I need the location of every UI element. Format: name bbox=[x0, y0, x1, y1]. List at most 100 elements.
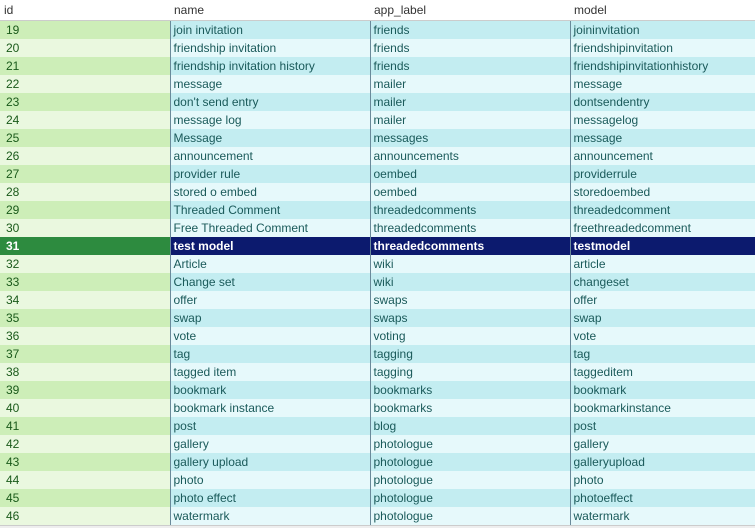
cell-name[interactable]: Threaded Comment bbox=[170, 201, 370, 219]
cell-name[interactable]: gallery upload bbox=[170, 453, 370, 471]
table-row[interactable]: 30Free Threaded Commentthreadedcommentsf… bbox=[0, 219, 755, 237]
cell-app-label[interactable]: friends bbox=[370, 21, 570, 39]
table-row[interactable]: 35swapswapsswap bbox=[0, 309, 755, 327]
cell-app-label[interactable]: threadedcomments bbox=[370, 237, 570, 255]
cell-name[interactable]: Article bbox=[170, 255, 370, 273]
cell-app-label[interactable]: bookmarks bbox=[370, 381, 570, 399]
cell-model[interactable]: tag bbox=[570, 345, 755, 363]
cell-app-label[interactable]: tagging bbox=[370, 345, 570, 363]
cell-name[interactable]: announcement bbox=[170, 147, 370, 165]
cell-id[interactable]: 28 bbox=[0, 183, 170, 201]
table-row[interactable]: 23don't send entrymailerdontsendentry bbox=[0, 93, 755, 111]
column-header-name[interactable]: name bbox=[170, 0, 370, 21]
table-row[interactable]: 33Change setwikichangeset bbox=[0, 273, 755, 291]
table-row[interactable]: 45photo effectphotologuephotoeffect bbox=[0, 489, 755, 507]
table-row[interactable]: 29Threaded Commentthreadedcommentsthread… bbox=[0, 201, 755, 219]
cell-app-label[interactable]: threadedcomments bbox=[370, 219, 570, 237]
cell-name[interactable]: gallery bbox=[170, 435, 370, 453]
table-row[interactable]: 42galleryphotologuegallery bbox=[0, 435, 755, 453]
cell-id[interactable]: 43 bbox=[0, 453, 170, 471]
cell-app-label[interactable]: photologue bbox=[370, 507, 570, 525]
cell-app-label[interactable]: photologue bbox=[370, 435, 570, 453]
cell-name[interactable]: join invitation bbox=[170, 21, 370, 39]
cell-name[interactable]: message log bbox=[170, 111, 370, 129]
cell-name[interactable]: message bbox=[170, 75, 370, 93]
cell-name[interactable]: post bbox=[170, 417, 370, 435]
cell-model[interactable]: photoeffect bbox=[570, 489, 755, 507]
cell-model[interactable]: article bbox=[570, 255, 755, 273]
cell-model[interactable]: joininvitation bbox=[570, 21, 755, 39]
cell-app-label[interactable]: tagging bbox=[370, 363, 570, 381]
cell-app-label[interactable]: photologue bbox=[370, 453, 570, 471]
column-header-model[interactable]: model bbox=[570, 0, 755, 21]
cell-model[interactable]: galleryupload bbox=[570, 453, 755, 471]
cell-id[interactable]: 39 bbox=[0, 381, 170, 399]
table-row[interactable]: 19join invitationfriendsjoininvitation bbox=[0, 21, 755, 39]
cell-id[interactable]: 23 bbox=[0, 93, 170, 111]
table-row[interactable]: 20friendship invitationfriendsfriendship… bbox=[0, 39, 755, 57]
cell-name[interactable]: photo effect bbox=[170, 489, 370, 507]
cell-name[interactable]: don't send entry bbox=[170, 93, 370, 111]
cell-name[interactable]: stored o embed bbox=[170, 183, 370, 201]
cell-id[interactable]: 46 bbox=[0, 507, 170, 525]
cell-name[interactable]: photo bbox=[170, 471, 370, 489]
table-row[interactable]: 21friendship invitation historyfriendsfr… bbox=[0, 57, 755, 75]
cell-id[interactable]: 25 bbox=[0, 129, 170, 147]
cell-model[interactable]: gallery bbox=[570, 435, 755, 453]
table-row[interactable]: 38tagged itemtaggingtaggeditem bbox=[0, 363, 755, 381]
cell-model[interactable]: dontsendentry bbox=[570, 93, 755, 111]
cell-app-label[interactable]: friends bbox=[370, 39, 570, 57]
cell-app-label[interactable]: mailer bbox=[370, 93, 570, 111]
cell-app-label[interactable]: swaps bbox=[370, 309, 570, 327]
cell-model[interactable]: testmodel bbox=[570, 237, 755, 255]
cell-id[interactable]: 27 bbox=[0, 165, 170, 183]
cell-name[interactable]: vote bbox=[170, 327, 370, 345]
cell-model[interactable]: threadedcomment bbox=[570, 201, 755, 219]
cell-name[interactable]: bookmark bbox=[170, 381, 370, 399]
table-row[interactable]: 22messagemailermessage bbox=[0, 75, 755, 93]
cell-model[interactable]: message bbox=[570, 129, 755, 147]
cell-model[interactable]: offer bbox=[570, 291, 755, 309]
cell-name[interactable]: test model bbox=[170, 237, 370, 255]
cell-id[interactable]: 21 bbox=[0, 57, 170, 75]
cell-id[interactable]: 19 bbox=[0, 21, 170, 39]
table-row[interactable]: 43gallery uploadphotologuegalleryupload bbox=[0, 453, 755, 471]
cell-model[interactable]: watermark bbox=[570, 507, 755, 525]
cell-name[interactable]: provider rule bbox=[170, 165, 370, 183]
table-row[interactable]: 25Messagemessagesmessage bbox=[0, 129, 755, 147]
cell-model[interactable]: changeset bbox=[570, 273, 755, 291]
cell-model[interactable]: announcement bbox=[570, 147, 755, 165]
table-row[interactable]: 31test modelthreadedcommentstestmodel bbox=[0, 237, 755, 255]
cell-id[interactable]: 34 bbox=[0, 291, 170, 309]
column-header-id[interactable]: id bbox=[0, 0, 170, 21]
cell-model[interactable]: message bbox=[570, 75, 755, 93]
cell-id[interactable]: 26 bbox=[0, 147, 170, 165]
table-row[interactable]: 44photophotologuephoto bbox=[0, 471, 755, 489]
cell-name[interactable]: tag bbox=[170, 345, 370, 363]
cell-id[interactable]: 42 bbox=[0, 435, 170, 453]
table-row[interactable]: 28stored o embedoembedstoredoembed bbox=[0, 183, 755, 201]
cell-id[interactable]: 44 bbox=[0, 471, 170, 489]
cell-model[interactable]: post bbox=[570, 417, 755, 435]
table-row[interactable]: 41postblogpost bbox=[0, 417, 755, 435]
table-row[interactable]: 26announcementannouncementsannouncement bbox=[0, 147, 755, 165]
cell-id[interactable]: 20 bbox=[0, 39, 170, 57]
cell-name[interactable]: friendship invitation history bbox=[170, 57, 370, 75]
cell-name[interactable]: Change set bbox=[170, 273, 370, 291]
cell-model[interactable]: friendshipinvitation bbox=[570, 39, 755, 57]
cell-model[interactable]: messagelog bbox=[570, 111, 755, 129]
cell-id[interactable]: 41 bbox=[0, 417, 170, 435]
cell-app-label[interactable]: bookmarks bbox=[370, 399, 570, 417]
table-row[interactable]: 36votevotingvote bbox=[0, 327, 755, 345]
cell-model[interactable]: providerrule bbox=[570, 165, 755, 183]
cell-name[interactable]: watermark bbox=[170, 507, 370, 525]
cell-app-label[interactable]: announcements bbox=[370, 147, 570, 165]
cell-app-label[interactable]: blog bbox=[370, 417, 570, 435]
cell-id[interactable]: 40 bbox=[0, 399, 170, 417]
cell-app-label[interactable]: oembed bbox=[370, 183, 570, 201]
cell-app-label[interactable]: photologue bbox=[370, 489, 570, 507]
cell-app-label[interactable]: threadedcomments bbox=[370, 201, 570, 219]
cell-app-label[interactable]: mailer bbox=[370, 75, 570, 93]
cell-app-label[interactable]: wiki bbox=[370, 255, 570, 273]
cell-id[interactable]: 29 bbox=[0, 201, 170, 219]
